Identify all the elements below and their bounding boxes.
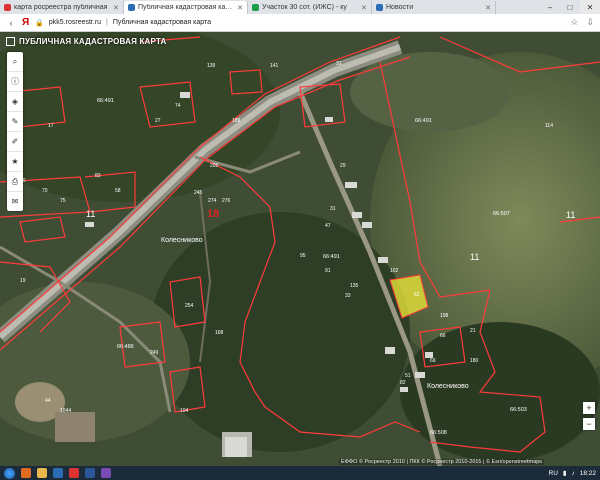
zoom-in-button[interactable]: + <box>583 402 595 414</box>
tab-title: Публичная кадастровая карта <box>138 4 235 11</box>
start-button[interactable] <box>4 467 15 479</box>
tab-title: Новости <box>386 4 414 11</box>
window-controls: – □ ✕ <box>540 0 600 14</box>
mail-icon[interactable]: ✉ <box>7 192 23 211</box>
media-icon[interactable] <box>101 468 111 478</box>
firefox-icon[interactable] <box>21 468 31 478</box>
browser-tab-3[interactable]: Участок 30 сот. (ИЖС) - ку ✕ <box>248 1 372 14</box>
close-icon[interactable]: ✕ <box>485 4 491 12</box>
address-bar: ‹ Я 🔒 pkk5.rosreestr.ru | Публичная када… <box>0 14 600 32</box>
browser-icon[interactable] <box>53 468 63 478</box>
tab-favicon-icon <box>252 4 259 11</box>
layers-icon[interactable]: ◈ <box>7 92 23 112</box>
satellite-map[interactable] <box>0 32 600 466</box>
tab-strip: карта росреестра публичная ✕ Публичная к… <box>0 0 600 14</box>
volume-icon[interactable]: ♪ <box>571 470 574 477</box>
browser-tab-1[interactable]: карта росреестра публичная ✕ <box>0 1 124 14</box>
url-separator: | <box>106 19 108 26</box>
print-icon[interactable]: ⎙ <box>7 172 23 192</box>
zoom-controls: + − <box>583 402 595 430</box>
network-icon[interactable]: ▮ <box>563 469 567 477</box>
system-tray: RU ▮ ♪ 18:22 <box>549 469 597 478</box>
url-field[interactable]: 🔒 pkk5.rosreestr.ru | Публичная кадастро… <box>35 16 564 29</box>
map-toolbar: ⌕ ⓘ ◈ ✎ ✐ ★ ⎙ ✉ <box>7 52 23 211</box>
address-actions: ☆ ⇩ <box>570 17 594 28</box>
url-page-title: Публичная кадастровая карта <box>112 19 212 26</box>
tab-title: Участок 30 сот. (ИЖС) - ку <box>262 4 347 11</box>
minimize-icon[interactable]: – <box>540 0 560 14</box>
pencil-icon[interactable]: ✐ <box>7 132 23 152</box>
maximize-icon[interactable]: □ <box>560 0 580 14</box>
downloads-icon[interactable]: ⇩ <box>586 17 594 28</box>
ruler-icon[interactable]: ✎ <box>7 112 23 132</box>
browser-tab-2[interactable]: Публичная кадастровая карта ✕ <box>124 1 248 14</box>
star-icon[interactable]: ★ <box>7 152 23 172</box>
yandex-logo[interactable]: Я <box>22 17 29 28</box>
tab-title: карта росреестра публичная <box>14 4 108 11</box>
back-icon[interactable]: ‹ <box>6 18 16 28</box>
info-icon[interactable]: ⓘ <box>7 72 23 92</box>
map-header: ПУБЛИЧНАЯ КАДАСТРОВАЯ КАРТА <box>6 37 167 46</box>
search-icon[interactable]: ⌕ <box>7 52 23 72</box>
url-host: pkk5.rosreestr.ru <box>48 19 102 26</box>
bookmark-star-icon[interactable]: ☆ <box>570 17 578 28</box>
close-icon[interactable]: ✕ <box>113 4 119 12</box>
rosreestr-logo-icon <box>6 37 15 46</box>
browser-tab-4[interactable]: Новости ✕ <box>372 1 496 14</box>
lock-icon: 🔒 <box>35 19 44 27</box>
map-title: ПУБЛИЧНАЯ КАДАСТРОВАЯ КАРТА <box>19 37 167 46</box>
window-close-icon[interactable]: ✕ <box>580 0 600 14</box>
lang-indicator[interactable]: RU <box>549 470 558 477</box>
close-icon[interactable]: ✕ <box>361 4 367 12</box>
explorer-icon[interactable] <box>37 468 47 478</box>
zoom-out-button[interactable]: − <box>583 418 595 430</box>
tab-favicon-icon <box>4 4 11 11</box>
yandex-browser-icon[interactable] <box>69 468 79 478</box>
tab-favicon-icon <box>128 4 135 11</box>
tab-favicon-icon <box>376 4 383 11</box>
cadastral-map[interactable]: 66:491 66:491 66:507 66:491 66:486 66:50… <box>0 32 600 466</box>
taskbar: RU ▮ ♪ 18:22 <box>0 466 600 480</box>
close-icon[interactable]: ✕ <box>237 4 243 12</box>
clock[interactable]: 18:22 <box>580 470 596 477</box>
map-attribution: ЕФФО © Росреестр 2010 | ПКК © Росреестр … <box>339 459 544 465</box>
word-icon[interactable] <box>85 468 95 478</box>
